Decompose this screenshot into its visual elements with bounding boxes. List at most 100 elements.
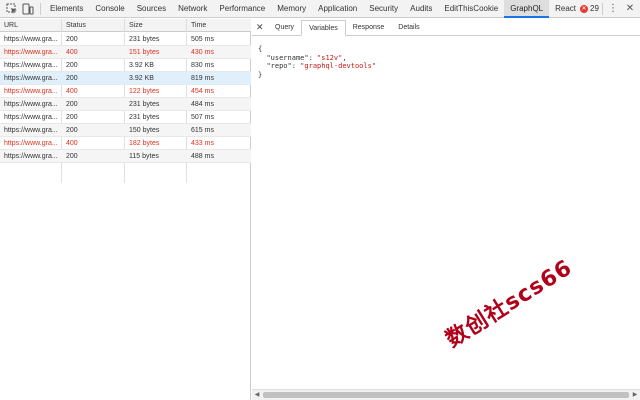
- scrollbar-thumb[interactable]: [263, 392, 629, 398]
- cell-time: 484 ms: [191, 101, 214, 108]
- column-header-status[interactable]: Status: [62, 19, 125, 32]
- cell-size: 182 bytes: [129, 140, 160, 147]
- cell-size: 231 bytes: [129, 36, 160, 43]
- cell-time: 505 ms: [191, 36, 214, 43]
- horizontal-scrollbar[interactable]: ◀ ▶: [252, 389, 640, 400]
- cell-url: https://www.gra...: [4, 101, 58, 108]
- toolbar-separator: [602, 3, 603, 15]
- column-header-time[interactable]: Time: [187, 19, 251, 32]
- tab-memory[interactable]: Memory: [271, 0, 312, 18]
- panel-tabs: Elements Console Sources Network Performance…: [44, 0, 582, 18]
- table-row[interactable]: https://www.gra... 200 150 bytes 615 ms: [0, 124, 251, 137]
- cell-size: 115 bytes: [129, 153, 159, 160]
- cell-url: https://www.gra...: [4, 88, 58, 95]
- table-row[interactable]: https://www.gra... 200 3.92 KB 819 ms: [0, 72, 251, 85]
- cell-status: 200: [66, 127, 78, 134]
- cell-time: 819 ms: [191, 75, 214, 82]
- tab-sources[interactable]: Sources: [131, 0, 172, 18]
- table-row[interactable]: https://www.gra... 400 151 bytes 430 ms: [0, 46, 251, 59]
- cell-status: 400: [66, 88, 78, 95]
- tab-performance[interactable]: Performance: [213, 0, 271, 18]
- requests-list: https://www.gra... 200 231 bytes 505 ms http…: [0, 33, 251, 183]
- cell-url: https://www.gra...: [4, 36, 58, 43]
- detail-tabbar: ✕ Query Variables Response Details: [252, 19, 640, 36]
- table-row[interactable]: https://www.gra... 400 122 bytes 454 ms: [0, 85, 251, 98]
- brace-open: {: [258, 45, 263, 53]
- cell-status: 200: [66, 36, 78, 43]
- cell-url: https://www.gra...: [4, 49, 58, 56]
- scroll-left-icon[interactable]: ◀: [252, 390, 262, 400]
- close-detail-icon[interactable]: ✕: [256, 19, 264, 36]
- tab-elements[interactable]: Elements: [44, 0, 89, 18]
- tab-application[interactable]: Application: [312, 0, 363, 18]
- cell-status: 400: [66, 140, 78, 147]
- tab-security[interactable]: Security: [363, 0, 404, 18]
- variable-value-username: "s12v": [317, 53, 343, 62]
- cell-url: https://www.gra...: [4, 75, 58, 82]
- inspect-element-icon[interactable]: [6, 3, 18, 15]
- table-row[interactable]: https://www.gra... 200 231 bytes 484 ms: [0, 98, 251, 111]
- table-row[interactable]: https://www.gra... 200 231 bytes 507 ms: [0, 111, 251, 124]
- brace-close: }: [258, 70, 263, 79]
- cell-url: https://www.gra...: [4, 114, 58, 121]
- tab-console[interactable]: Console: [89, 0, 130, 18]
- cell-status: 400: [66, 49, 78, 56]
- cell-status: 200: [66, 75, 78, 82]
- detail-tab-variables[interactable]: Variables: [301, 20, 346, 36]
- watermark-text: 数创社scs66: [441, 255, 577, 353]
- cell-time: 430 ms: [191, 49, 214, 56]
- cell-status: 200: [66, 114, 78, 121]
- requests-pane: URL Status Size Time https://www.gra... 2…: [0, 19, 251, 400]
- tab-network[interactable]: Network: [172, 0, 213, 18]
- devtools-toolbar: Elements Console Sources Network Performance…: [0, 0, 640, 18]
- tab-audits[interactable]: Audits: [404, 0, 438, 18]
- detail-tab-query[interactable]: Query: [268, 20, 301, 36]
- cell-status: 200: [66, 153, 78, 160]
- column-header-url[interactable]: URL: [0, 19, 62, 32]
- table-row[interactable]: https://www.gra... 200 231 bytes 505 ms: [0, 33, 251, 46]
- more-options-icon[interactable]: ⋮: [608, 2, 618, 16]
- cell-time: 507 ms: [191, 114, 214, 121]
- cell-time: 615 ms: [191, 127, 214, 134]
- error-counter[interactable]: ✕ 29: [580, 0, 599, 18]
- table-header: URL Status Size Time: [0, 19, 251, 32]
- cell-status: 200: [66, 101, 78, 108]
- tab-graphql[interactable]: GraphQL: [504, 0, 550, 18]
- variable-value-repo: "graphql-devtools": [300, 62, 377, 70]
- cell-url: https://www.gra...: [4, 153, 58, 160]
- table-row[interactable]: https://www.gra... 200 3.92 KB 830 ms: [0, 59, 251, 72]
- cell-time: 454 ms: [191, 88, 214, 95]
- cell-url: https://www.gra...: [4, 127, 58, 134]
- table-row[interactable]: https://www.gra... 400 182 bytes 433 ms: [0, 137, 251, 150]
- variables-code-view: { "username": "s12v", "repo": "graphql-d…: [258, 45, 377, 79]
- cell-size: 122 bytes: [129, 88, 160, 95]
- cell-time: 488 ms: [191, 153, 214, 160]
- variable-key-repo: "repo": [266, 62, 292, 70]
- detail-tabs: Query Variables Response Details: [268, 20, 427, 36]
- cell-url: https://www.gra...: [4, 140, 58, 147]
- close-devtools-icon[interactable]: ✕: [624, 2, 636, 16]
- cell-time: 433 ms: [191, 140, 214, 147]
- cell-status: 200: [66, 62, 78, 69]
- cell-size: 3.92 KB: [129, 75, 154, 82]
- cell-size: 150 bytes: [129, 127, 160, 134]
- error-count: 29: [590, 4, 599, 13]
- detail-tab-details[interactable]: Details: [391, 20, 426, 36]
- cell-size: 231 bytes: [129, 101, 160, 108]
- cell-url: https://www.gra...: [4, 62, 58, 69]
- cell-size: 151 bytes: [129, 49, 160, 56]
- table-row[interactable]: https://www.gra... 200 115 bytes 488 ms: [0, 150, 251, 163]
- error-icon: ✕: [580, 5, 588, 13]
- toolbar-separator: [40, 3, 41, 15]
- scroll-right-icon[interactable]: ▶: [630, 390, 640, 400]
- cell-size: 3.92 KB: [129, 62, 154, 69]
- cell-time: 830 ms: [191, 62, 214, 69]
- column-header-size[interactable]: Size: [125, 19, 187, 32]
- tab-editthiscookie[interactable]: EditThisCookie: [438, 0, 504, 18]
- request-detail-pane: ✕ Query Variables Response Details { "usern…: [252, 19, 640, 400]
- cell-size: 231 bytes: [129, 114, 160, 121]
- detail-tab-response[interactable]: Response: [346, 20, 392, 36]
- variable-key-username: "username": [266, 53, 309, 62]
- tab-react[interactable]: React: [549, 0, 582, 18]
- device-toolbar-icon[interactable]: [22, 3, 34, 15]
